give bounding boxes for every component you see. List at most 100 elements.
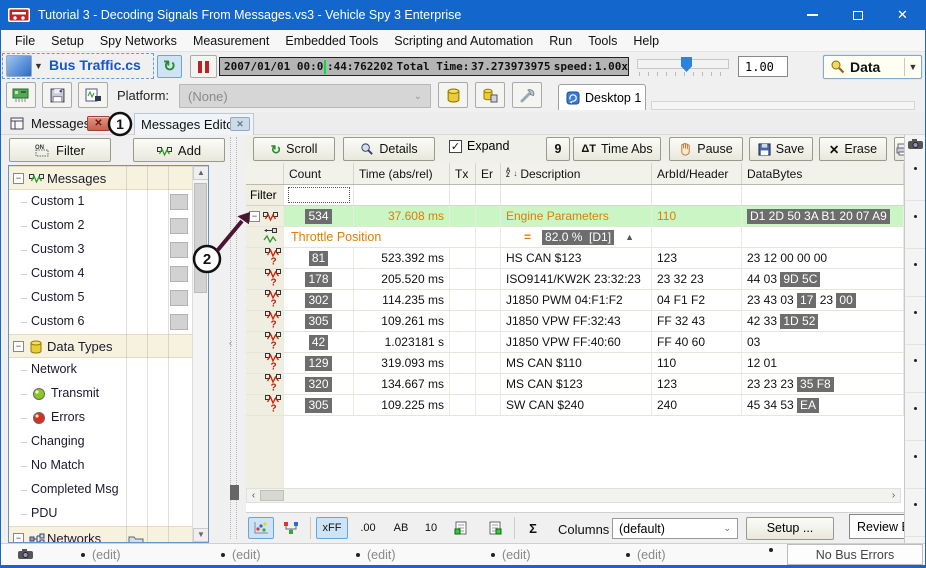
collapse-box-icon[interactable]: −	[13, 533, 24, 543]
collapse-box-icon[interactable]: −	[249, 211, 260, 222]
tools-button[interactable]	[512, 82, 542, 108]
message-row-iso9141-kw2k-23-32-23[interactable]: ?178205.520 msISO9141/KW2K 23:32:2323 32…	[246, 269, 904, 290]
expand-checkbox[interactable]: ✓Expand	[449, 139, 509, 153]
details-button[interactable]: Details	[343, 137, 435, 161]
scroll-right-icon[interactable]: ›	[887, 489, 900, 502]
menu-item-help[interactable]: Help	[625, 30, 667, 52]
platform-dropdown[interactable]: (None)⌄	[179, 84, 431, 108]
scroll-up-icon[interactable]: ▲	[193, 166, 209, 180]
tab-desktop-1[interactable]: Desktop 1	[558, 84, 646, 110]
add-column-right-button[interactable]	[482, 517, 508, 539]
byte-count-button[interactable]: 9	[546, 137, 570, 161]
tree-scroll-thumb[interactable]	[194, 183, 207, 293]
sidebar-item-networks[interactable]: −Networks	[9, 526, 192, 543]
menu-item-scripting-and-automation[interactable]: Scripting and Automation	[386, 30, 541, 52]
sidebar-item-data-types[interactable]: −Data Types	[9, 334, 192, 358]
column-header-time-abs-rel-[interactable]: Time (abs/rel)	[354, 163, 450, 184]
status-edit-item[interactable]: (edit)	[491, 548, 530, 562]
columns-select[interactable]: (default)⌄	[612, 518, 738, 539]
logo-button[interactable]	[6, 55, 32, 77]
filter-cell-box[interactable]	[170, 266, 188, 282]
decimal-format-button[interactable]: .00	[354, 517, 382, 539]
setup-file-name[interactable]: Bus Traffic.cs	[49, 57, 141, 73]
print-button[interactable]	[894, 137, 904, 161]
sidebar-item-no-match[interactable]: No Match	[9, 454, 192, 478]
refresh-button[interactable]: ↻	[157, 55, 182, 78]
message-row-ms-can-123[interactable]: ?320134.667 msMS CAN $12312323 23 23 35 …	[246, 374, 904, 395]
status-edit-item[interactable]: (edit)	[626, 548, 665, 562]
filter-cell-box[interactable]	[170, 242, 188, 258]
playback-pause-button[interactable]	[190, 55, 217, 78]
status-edit-item[interactable]: (edit)	[81, 548, 120, 562]
tree-scrollbar[interactable]: ▲▼	[192, 166, 208, 542]
tab-messages-editor[interactable]: Messages Editor ✕	[134, 113, 254, 135]
messages-editor-close-button[interactable]: ✕	[230, 117, 250, 131]
sidebar-item-completed-msg[interactable]: Completed Msg	[9, 478, 192, 502]
sidebar-item-messages[interactable]: −Messages	[9, 166, 192, 190]
sidebar-item-transmit[interactable]: Transmit	[9, 382, 192, 406]
message-row-j1850-vpw-ff-32-43[interactable]: ?305109.261 msJ1850 VPW FF:32:43FF 32 43…	[246, 311, 904, 332]
hex-format-button[interactable]: xFF	[316, 517, 348, 539]
sidebar-item-custom-3[interactable]: Custom 3	[9, 238, 192, 262]
sidebar-item-custom-4[interactable]: Custom 4	[9, 262, 192, 286]
signal-row-throttle-position[interactable]: Throttle Position=82.0 % [D1]▲	[246, 227, 904, 248]
sidebar-item-errors[interactable]: Errors	[9, 406, 192, 430]
horizontal-scrollbar[interactable]: ‹ ›	[246, 488, 901, 503]
pause-button[interactable]: Pause	[669, 137, 743, 161]
logo-dropdown-icon[interactable]: ▼	[34, 61, 43, 71]
message-row-j1850-vpw-ff-40-60[interactable]: ?421.023181 sJ1850 VPW FF:40:60FF 40 600…	[246, 332, 904, 353]
hardware-button[interactable]	[6, 82, 36, 108]
scroll-down-icon[interactable]: ▼	[193, 528, 209, 542]
message-row-ms-can-110[interactable]: ?129319.093 msMS CAN $11011012 01	[246, 353, 904, 374]
erase-button[interactable]: ✕Erase	[819, 137, 887, 161]
sidebar-item-custom-5[interactable]: Custom 5	[9, 286, 192, 310]
ascii-format-button[interactable]: AB	[388, 517, 414, 539]
collapse-sidebar-icon[interactable]: ‹	[229, 338, 232, 349]
tab-messages[interactable]: Messages	[31, 116, 90, 131]
message-row-j1850-pwm-04-f1-f2[interactable]: ?302114.235 msJ1850 PWM 04:F1:F204 F1 F2…	[246, 290, 904, 311]
menu-item-tools[interactable]: Tools	[580, 30, 625, 52]
minimize-button[interactable]	[790, 0, 835, 30]
filter-button[interactable]: ON Filter	[9, 138, 111, 162]
data-button[interactable]: Data ▼	[823, 55, 922, 79]
sum-button[interactable]: Σ	[520, 517, 546, 539]
column-header-count[interactable]: Count	[284, 163, 354, 184]
column-header-description[interactable]: AZ↓Description	[501, 163, 652, 184]
close-button[interactable]: ✕	[880, 0, 925, 30]
hscroll-thumb[interactable]	[260, 490, 284, 501]
messages-close-button[interactable]: ✕	[87, 116, 110, 131]
graph-mode-button[interactable]	[248, 517, 274, 539]
speed-slider[interactable]	[637, 59, 729, 69]
sidebar-item-custom-6[interactable]: Custom 6	[9, 310, 192, 334]
menu-item-measurement[interactable]: Measurement	[185, 30, 277, 52]
sidebar-item-custom-2[interactable]: Custom 2	[9, 214, 192, 238]
mini-scroll-thumb[interactable]	[230, 485, 239, 500]
status-edit-item[interactable]: (edit)	[221, 548, 260, 562]
time-abs-button[interactable]: ΔTTime Abs	[573, 137, 661, 161]
filter-cell-box[interactable]	[170, 218, 188, 234]
menu-item-setup[interactable]: Setup	[43, 30, 92, 52]
column-header-tx[interactable]: Tx	[450, 163, 476, 184]
speed-slider-thumb[interactable]	[681, 57, 692, 72]
sidebar-item-custom-1[interactable]: Custom 1	[9, 190, 192, 214]
sidebar-item-network[interactable]: Network	[9, 358, 192, 382]
collapse-box-icon[interactable]: −	[13, 173, 24, 184]
menu-item-embedded-tools[interactable]: Embedded Tools	[277, 30, 386, 52]
filter-cell-box[interactable]	[170, 290, 188, 306]
save-button[interactable]: Save	[749, 137, 813, 161]
panel-splitter[interactable]: ‹	[227, 135, 241, 543]
database-sync-button[interactable]	[475, 82, 505, 108]
scroll-button[interactable]: ↻Scroll	[253, 137, 335, 161]
status-edit-item[interactable]: (edit)	[356, 548, 395, 562]
data-dropdown-icon[interactable]: ▼	[905, 62, 921, 72]
binary-format-button[interactable]: 10	[418, 517, 444, 539]
maximize-button[interactable]	[835, 0, 880, 30]
add-button[interactable]: Add	[133, 138, 225, 162]
menu-item-file[interactable]: File	[7, 30, 43, 52]
message-row-hs-can-123[interactable]: ?81523.392 msHS CAN $12312323 12 00 00 0…	[246, 248, 904, 269]
column-header-er[interactable]: Er	[476, 163, 501, 184]
database-button[interactable]	[438, 82, 468, 108]
column-header-icon[interactable]	[246, 163, 284, 184]
column-header-databytes[interactable]: DataBytes	[742, 163, 904, 184]
sidebar-item-pdu[interactable]: PDU	[9, 502, 192, 526]
